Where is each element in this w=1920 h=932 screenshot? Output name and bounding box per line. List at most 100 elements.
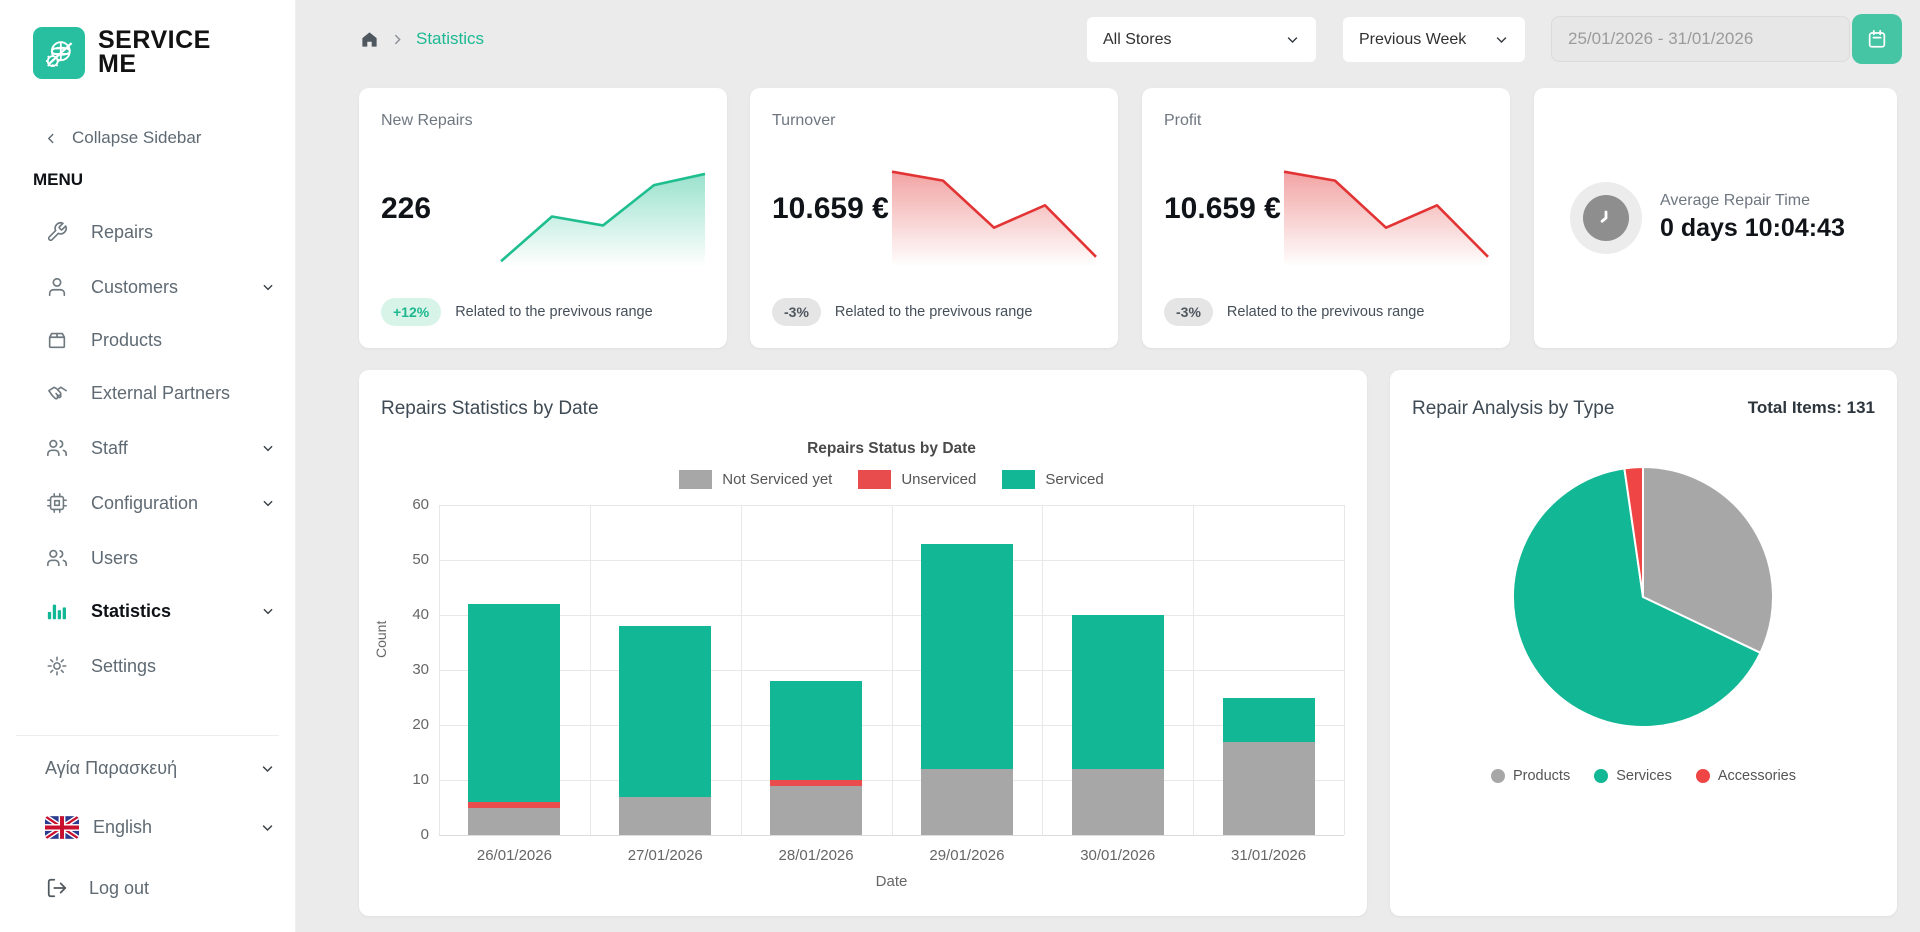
- sparkline-area: [501, 174, 705, 272]
- sidebar-item-staff[interactable]: Staff: [45, 432, 275, 464]
- breadcrumb-current[interactable]: Statistics: [416, 29, 484, 49]
- chevron-down-icon: [261, 496, 275, 510]
- legend-swatch: [679, 470, 712, 489]
- sidebar: SERVICEME Collapse Sidebar MENU Repairs …: [0, 0, 296, 932]
- menu-section-title: MENU: [33, 170, 83, 190]
- sparkline-chart: [1280, 146, 1492, 274]
- sidebar-item-label: Settings: [91, 656, 156, 677]
- period-filter-select[interactable]: Previous Week: [1343, 17, 1525, 62]
- date-range-input[interactable]: 25/01/2026 - 31/01/2026: [1551, 16, 1850, 62]
- legend-item-not-serviced-yet[interactable]: Not Serviced yet: [679, 470, 832, 489]
- chevron-down-icon: [260, 761, 275, 776]
- logout-label: Log out: [89, 878, 149, 899]
- x-tick-label: 30/01/2026: [1042, 847, 1193, 864]
- store-selector-dropdown[interactable]: Αγία Παρασκευή: [45, 753, 275, 783]
- kpi-title: Turnover: [772, 112, 835, 130]
- bar-segment-unserviced[interactable]: [770, 780, 862, 786]
- users-icon: [45, 546, 69, 570]
- x-tick-label: 27/01/2026: [590, 847, 741, 864]
- sidebar-divider: [16, 735, 279, 736]
- logout-button[interactable]: Log out: [45, 873, 275, 903]
- uk-flag-icon: [45, 816, 79, 839]
- legend-dot: [1696, 769, 1710, 783]
- y-tick-label: 10: [385, 771, 429, 788]
- sidebar-item-users[interactable]: Users: [45, 542, 275, 574]
- bar-segment-serviced[interactable]: [468, 604, 560, 802]
- bar-segment-not-serviced-yet[interactable]: [1072, 769, 1164, 835]
- legend-item-serviced[interactable]: Serviced: [1002, 470, 1103, 489]
- chevron-down-icon: [261, 441, 275, 455]
- x-axis-label: Date: [439, 873, 1344, 890]
- sidebar-item-external-partners[interactable]: External Partners: [45, 377, 275, 409]
- bar-segment-not-serviced-yet[interactable]: [1223, 742, 1315, 836]
- gridline: [1344, 505, 1345, 835]
- kpi-title: Average Repair Time: [1660, 192, 1810, 210]
- chevron-down-icon: [260, 820, 275, 835]
- bar-segment-not-serviced-yet[interactable]: [468, 808, 560, 836]
- clock-icon: [1570, 182, 1642, 254]
- y-tick-label: 40: [385, 606, 429, 623]
- kpi-value: 10.659 €: [1164, 192, 1281, 226]
- x-tick-label: 31/01/2026: [1193, 847, 1344, 864]
- wrench-icon: [45, 220, 69, 244]
- kpi-note: Related to the previvous range: [455, 304, 653, 320]
- sidebar-item-statistics[interactable]: Statistics: [45, 595, 275, 627]
- bar-segment-serviced[interactable]: [1223, 698, 1315, 742]
- sidebar-item-configuration[interactable]: Configuration: [45, 487, 275, 519]
- pie-legend-item-services[interactable]: Services: [1594, 768, 1672, 784]
- bar-segment-not-serviced-yet[interactable]: [770, 786, 862, 836]
- legend-dot: [1491, 769, 1505, 783]
- bar-segment-not-serviced-yet[interactable]: [921, 769, 1013, 835]
- box-icon: [45, 328, 69, 352]
- gridline: [1042, 505, 1043, 835]
- bar-segment-unserviced[interactable]: [468, 802, 560, 808]
- kpi-card-average-repair-time: Average Repair Time 0 days 10:04:43: [1534, 88, 1897, 348]
- chart-legend: Not Serviced yet Unserviced Serviced: [439, 470, 1344, 489]
- kpi-value: 226: [381, 192, 431, 226]
- kpi-note: Related to the previvous range: [1227, 304, 1425, 320]
- kpi-value: 10.659 €: [772, 192, 889, 226]
- sidebar-item-products[interactable]: Products: [45, 324, 275, 356]
- repair-analysis-card: Repair Analysis by Type Total Items: 131…: [1390, 370, 1897, 916]
- x-tick-label: 29/01/2026: [892, 847, 1043, 864]
- bar-segment-serviced[interactable]: [770, 681, 862, 780]
- bar-segment-serviced[interactable]: [619, 626, 711, 797]
- bar-chart-icon: [45, 599, 69, 623]
- home-icon[interactable]: [360, 30, 379, 49]
- legend-dot: [1594, 769, 1608, 783]
- store-filter-select[interactable]: All Stores: [1087, 17, 1316, 62]
- logo-link[interactable]: SERVICEME: [33, 27, 211, 79]
- bar-segment-serviced[interactable]: [921, 544, 1013, 770]
- brand-name: SERVICEME: [98, 29, 211, 77]
- gridline: [1193, 505, 1194, 835]
- repairs-statistics-card: Repairs Statistics by Date Repairs Statu…: [359, 370, 1367, 916]
- legend-label: Products: [1513, 768, 1570, 784]
- pie-legend-item-accessories[interactable]: Accessories: [1696, 768, 1796, 784]
- legend-label: Serviced: [1045, 471, 1103, 488]
- bar-segment-not-serviced-yet[interactable]: [619, 797, 711, 836]
- gridline: [590, 505, 591, 835]
- sparkline-area: [1284, 172, 1488, 272]
- kpi-title: New Repairs: [381, 112, 473, 130]
- language-selector-dropdown[interactable]: English: [45, 812, 275, 842]
- legend-item-unserviced[interactable]: Unserviced: [858, 470, 976, 489]
- collapse-sidebar-button[interactable]: Collapse Sidebar: [45, 128, 201, 148]
- sidebar-item-settings[interactable]: Settings: [45, 650, 275, 682]
- kpi-card-profit: Profit 10.659 € -3% Related to the previ…: [1142, 88, 1510, 348]
- gridline: [439, 505, 440, 835]
- sidebar-item-customers[interactable]: Customers: [45, 271, 275, 303]
- breadcrumb: Statistics: [360, 29, 484, 49]
- legend-label: Accessories: [1718, 768, 1796, 784]
- legend-swatch: [858, 470, 891, 489]
- legend-label: Services: [1616, 768, 1672, 784]
- calendar-button[interactable]: [1852, 14, 1902, 64]
- sparkline-area: [892, 172, 1096, 272]
- card-title: Repairs Statistics by Date: [381, 398, 599, 420]
- chevron-left-icon: [45, 132, 58, 145]
- sidebar-item-repairs[interactable]: Repairs: [45, 216, 275, 248]
- period-filter-value: Previous Week: [1359, 31, 1466, 49]
- chip-icon: [45, 491, 69, 515]
- pie-legend-item-products[interactable]: Products: [1491, 768, 1570, 784]
- bar-segment-serviced[interactable]: [1072, 615, 1164, 769]
- pie-legend: Products Services Accessories: [1390, 768, 1897, 784]
